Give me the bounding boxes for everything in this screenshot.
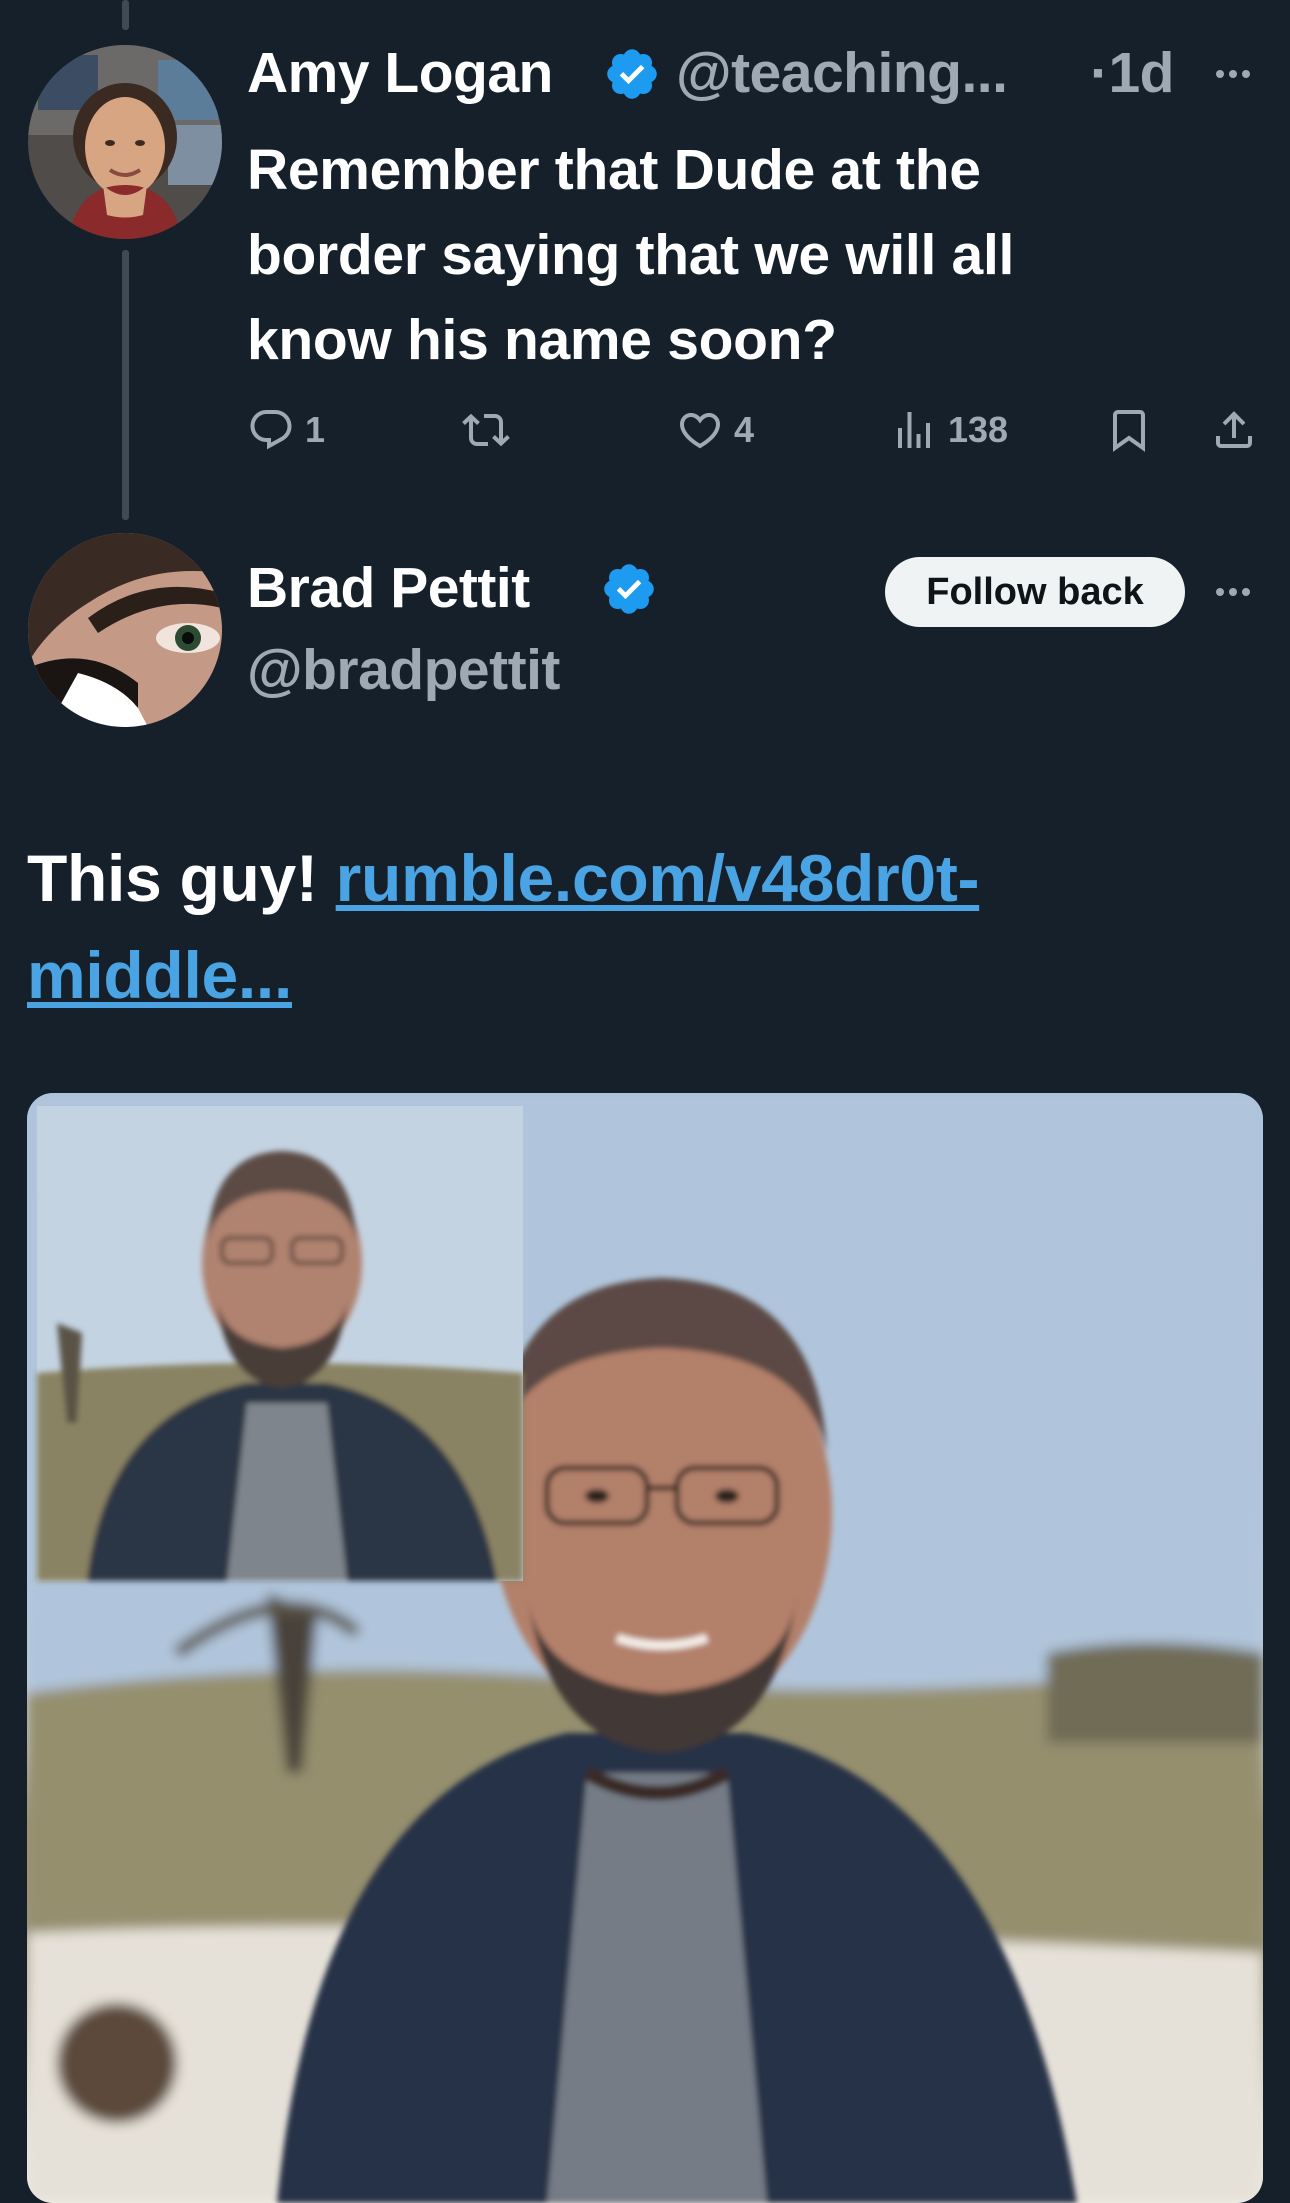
tweet-link[interactable]: rumble.com/v48dr0t- bbox=[336, 841, 980, 915]
bookmark-button[interactable] bbox=[1105, 408, 1153, 452]
reply-button[interactable]: 1 bbox=[247, 408, 325, 452]
media-photo bbox=[27, 1093, 1263, 2203]
tweet-text: This guy! rumble.com/v48dr0t- middle... bbox=[27, 830, 1267, 1024]
more-icon[interactable] bbox=[1216, 588, 1250, 596]
like-icon bbox=[679, 413, 721, 449]
avatar-brad-pettit[interactable] bbox=[28, 533, 222, 727]
views-count: 138 bbox=[948, 409, 1009, 450]
reply-icon bbox=[250, 410, 292, 450]
verified-icon bbox=[607, 49, 657, 99]
retweet-button[interactable] bbox=[462, 408, 520, 452]
follow-back-button[interactable]: Follow back bbox=[885, 557, 1185, 627]
tweet-text-line: border saying that we will all bbox=[247, 223, 1015, 287]
display-name[interactable]: Brad Pettit bbox=[247, 555, 530, 621]
bookmark-icon bbox=[1113, 410, 1145, 452]
views-button[interactable]: 138 bbox=[890, 408, 1008, 452]
display-name[interactable]: Amy Logan bbox=[247, 40, 553, 106]
avatar-amy-logan[interactable] bbox=[28, 45, 222, 239]
tweet-media-image[interactable] bbox=[27, 1093, 1263, 2203]
retweet-icon bbox=[462, 413, 510, 447]
reply-count: 1 bbox=[305, 409, 326, 450]
handle[interactable]: @teaching... bbox=[676, 40, 1008, 106]
share-button[interactable] bbox=[1210, 408, 1258, 452]
more-icon[interactable] bbox=[1216, 70, 1250, 78]
like-count: 4 bbox=[734, 409, 755, 450]
tweet-text: Remember that Dude at the border saying … bbox=[247, 128, 1014, 383]
handle[interactable]: @bradpettit bbox=[247, 637, 560, 703]
tweet-body: This guy! bbox=[27, 841, 336, 915]
like-button[interactable]: 4 bbox=[676, 408, 754, 452]
tweet-text-line: know his name soon? bbox=[247, 308, 837, 372]
thread-line-top bbox=[122, 0, 129, 30]
views-icon bbox=[898, 412, 930, 448]
timestamp[interactable]: ·1d bbox=[1090, 40, 1175, 106]
verified-icon bbox=[604, 564, 654, 614]
tweet-text-line: Remember that Dude at the bbox=[247, 138, 981, 202]
thread-line bbox=[122, 250, 129, 520]
share-icon bbox=[1216, 411, 1252, 448]
inset-thumbnail bbox=[37, 1106, 523, 1581]
tweet-link-continued[interactable]: middle... bbox=[27, 938, 292, 1012]
